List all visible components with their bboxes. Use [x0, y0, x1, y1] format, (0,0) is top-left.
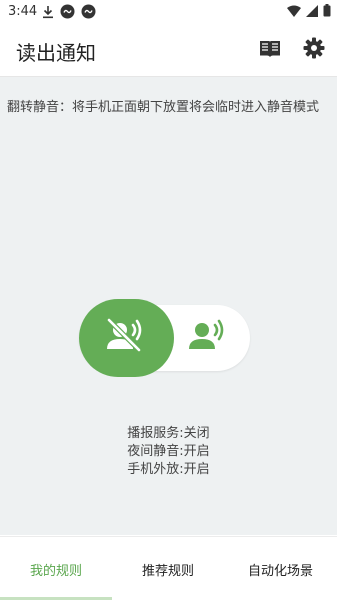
mute-voice-icon	[105, 316, 149, 360]
voice-option[interactable]	[183, 315, 235, 361]
status-bar: 3:44	[0, 0, 337, 24]
status-icons-left	[42, 4, 96, 23]
tip-marquee: 翻转静音：将手机正面朝下放置将会临时进入静音模式	[0, 94, 337, 116]
toggle-knob[interactable]	[79, 299, 174, 377]
rules-book-button[interactable]	[256, 36, 284, 64]
night-mute-status: 夜间静音:开启	[127, 444, 210, 459]
book-icon	[258, 38, 282, 62]
app-notification-icon	[60, 4, 75, 23]
status-icons-right	[287, 4, 331, 21]
tab-my-rules[interactable]: 我的规则	[0, 537, 112, 601]
tab-label: 推荐规则	[141, 563, 194, 579]
tab-recommended-rules[interactable]: 推荐规则	[112, 537, 224, 601]
signal-icon	[306, 4, 318, 21]
app-bar: 读出通知	[0, 24, 337, 77]
tab-label: 自动化场景	[247, 563, 313, 579]
app-notification-icon	[81, 4, 96, 23]
page-title: 读出通知	[16, 41, 96, 65]
status-time: 3:44	[8, 4, 38, 19]
bottom-nav: 我的规则 推荐规则 自动化场景	[0, 536, 337, 601]
tab-label: 我的规则	[29, 563, 82, 579]
broadcast-service-status: 播报服务:关闭	[127, 426, 210, 441]
gear-icon	[303, 37, 325, 63]
tip-text: 翻转静音：将手机正面朝下放置将会临时进入静音模式	[7, 100, 320, 115]
voice-icon	[187, 317, 231, 359]
tab-automation-scenes[interactable]: 自动化场景	[224, 537, 337, 601]
wifi-icon	[287, 5, 301, 21]
battery-icon	[323, 4, 331, 21]
status-summary: 播报服务:关闭 夜间静音:开启 手机外放:开启	[0, 425, 337, 479]
speaker-status: 手机外放:开启	[127, 462, 210, 477]
download-icon	[42, 5, 54, 23]
main-content: 翻转静音：将手机正面朝下放置将会临时进入静音模式 播报服务:关闭 夜间静音:开启…	[0, 77, 337, 535]
voice-mode-toggle[interactable]	[79, 299, 250, 377]
settings-button[interactable]	[300, 36, 328, 64]
